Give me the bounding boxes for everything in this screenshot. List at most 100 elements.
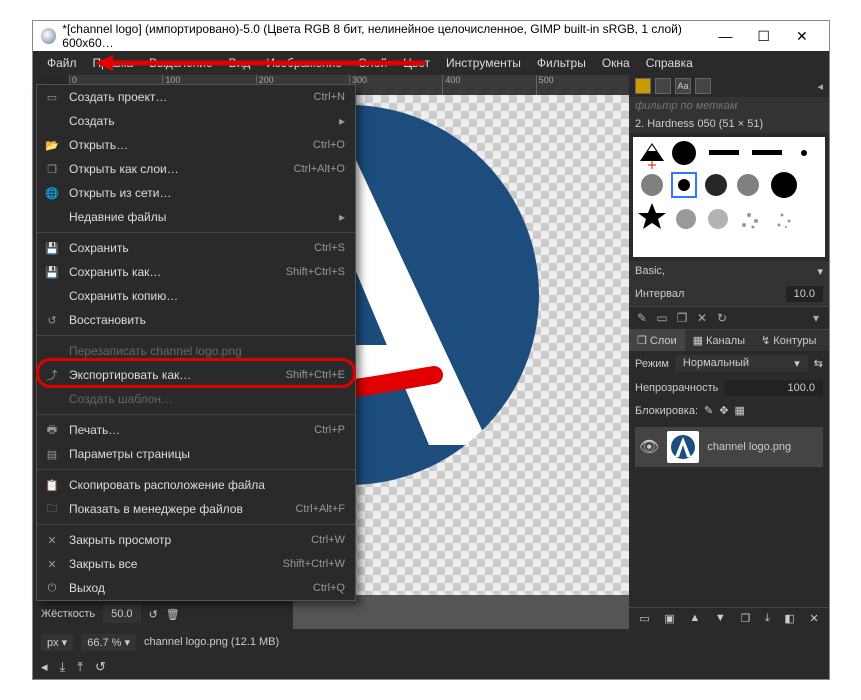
menu-new-project[interactable]: ▭Создать проект…Ctrl+N [37,85,355,109]
mode-select[interactable]: Нормальный▾ [675,355,808,372]
menu-export-as[interactable]: ⤴Экспортировать как…Shift+Ctrl+E [37,363,355,387]
layer-toolbar: ▭ ▣ ▲ ▼ ❐ ⤓ ◧ ✕ [629,607,829,629]
menu-save[interactable]: 💾СохранитьCtrl+S [37,236,355,260]
menu-new[interactable]: Создать▸ [37,109,355,133]
visibility-icon[interactable]: 👁 [639,437,659,457]
interval-value[interactable]: 10.0 [786,286,823,302]
menu-recent[interactable]: Недавние файлы▸ [37,205,355,229]
tb-save-icon[interactable]: ⤓ [60,659,66,675]
opacity-row: Непрозрачность 100.0 [629,376,829,400]
tab-channels[interactable]: ▦ Каналы [685,330,753,351]
brush-interval-row: Интервал 10.0 [629,282,829,306]
menu-layer[interactable]: Слой [350,53,395,73]
tb-reset-icon[interactable]: ↺ [95,659,106,675]
mask-icon[interactable]: ◧ [784,612,794,625]
tab-paths[interactable]: ↯ Контуры [753,330,824,351]
layer-group-icon[interactable]: ▣ [664,612,674,625]
menu-quit[interactable]: ⏻ВыходCtrl+Q [37,576,355,600]
menu-page-setup[interactable]: ▤Параметры страницы [37,442,355,466]
zoom-select[interactable]: 66.7 % ▾ [81,634,136,651]
bottom-toolbar: ◂ ⤓ ⤒ ↺ [33,655,829,679]
menu-view[interactable]: Вид [221,53,259,73]
menu-copy-location[interactable]: 📋Скопировать расположение файла [37,473,355,497]
opacity-value[interactable]: 100.0 [724,380,823,396]
menu-show-in-fm[interactable]: 🗀Показать в менеджере файловCtrl+Alt+F [37,497,355,521]
tb-left-icon[interactable]: ◂ [41,659,48,675]
brushes-tab-icon[interactable] [635,78,651,94]
lock-label: Блокировка: [635,405,698,417]
menu-create-template: Создать шаблон… [37,387,355,411]
menu-save-as[interactable]: 💾Сохранить как…Shift+Ctrl+S [37,260,355,284]
reset-icon[interactable]: ↺ [149,608,158,621]
statusbar: px ▾ 66.7 % ▾ channel logo.png (12.1 MB) [33,629,829,655]
brush-filter-input[interactable] [629,97,829,115]
history-tab-icon[interactable] [695,78,711,94]
lock-alpha-icon[interactable]: ▦ [734,404,744,417]
right-dock: Aa ◂ 2. Hardness 050 (51 × 51) [629,75,829,629]
mode-switch-icon[interactable]: ⇆ [814,357,823,370]
menu-close-all[interactable]: ✕Закрыть всеShift+Ctrl+W [37,552,355,576]
app-icon [41,28,56,44]
menu-filters[interactable]: Фильтры [529,53,594,73]
fonts-tab-icon[interactable]: Aa [675,78,691,94]
brush-toolbar: ✎ ▭ ❐ ✕ ↻ ▾ [629,306,829,329]
new-layer-icon[interactable]: ▭ [639,612,649,625]
hardness-value[interactable]: 50.0 [103,605,140,623]
menu-open-as-layers[interactable]: ❐Открыть как слои…Ctrl+Alt+O [37,157,355,181]
brush-grid[interactable] [633,137,825,257]
brush-menu2-icon[interactable]: ▾ [809,311,823,325]
menu-color[interactable]: Цвет [395,53,438,73]
delete-brush-icon[interactable]: ✕ [695,311,709,325]
trash-icon[interactable]: 🗑 [166,608,180,621]
patterns-tab-icon[interactable] [655,78,671,94]
layer-thumbnail [667,431,699,463]
window-title: *[channel logo] (импортировано)-5.0 (Цве… [62,22,706,50]
tb-up-icon[interactable]: ⤒ [77,659,83,675]
duplicate-layer-icon[interactable]: ❐ [740,612,750,625]
minimize-button[interactable]: — [706,28,744,44]
menu-open[interactable]: 📂Открыть…Ctrl+O [37,133,355,157]
layer-list[interactable]: 👁 channel logo.png [629,421,829,607]
tool-options: Жёсткость 50.0 ↺ 🗑 [33,599,293,629]
menu-select[interactable]: Выделение [141,53,221,73]
maximize-button[interactable]: ☐ [745,28,783,45]
menu-close-view[interactable]: ✕Закрыть просмотрCtrl+W [37,528,355,552]
new-brush-icon[interactable]: ▭ [655,311,669,325]
menu-help[interactable]: Справка [638,53,701,73]
brush-name-label: 2. Hardness 050 (51 × 51) [629,115,829,133]
refresh-brush-icon[interactable]: ↻ [715,311,729,325]
edit-brush-icon[interactable]: ✎ [635,311,649,325]
menu-overwrite: Перезаписать channel logo.png [37,339,355,363]
merge-down-icon[interactable]: ⤓ [765,612,770,625]
menu-tools[interactable]: Инструменты [438,53,529,73]
menu-revert[interactable]: ↺Восстановить [37,308,355,332]
layer-mode-row: Режим Нормальный▾ ⇆ [629,351,829,376]
lock-row: Блокировка: ✎ ✥ ▦ [629,400,829,421]
layer-up-icon[interactable]: ▲ [689,612,700,625]
titlebar: *[channel logo] (импортировано)-5.0 (Цве… [33,21,829,51]
layer-item[interactable]: 👁 channel logo.png [635,427,823,467]
menubar: Файл Правка Выделение Вид Изображение Сл… [33,51,829,75]
unit-select[interactable]: px ▾ [41,634,73,651]
menu-open-location[interactable]: 🌐Открыть из сети… [37,181,355,205]
menu-print[interactable]: 🖶Печать…Ctrl+P [37,418,355,442]
layer-name[interactable]: channel logo.png [707,441,791,453]
interval-label: Интервал [635,288,786,300]
menu-windows[interactable]: Окна [594,53,638,73]
dock-menu-icon[interactable]: ◂ [817,80,823,93]
menu-image[interactable]: Изображение [258,53,350,73]
menu-edit[interactable]: Правка [85,53,142,73]
menu-save-copy[interactable]: Сохранить копию… [37,284,355,308]
tab-layers[interactable]: ❐ Слои [629,330,685,351]
duplicate-brush-icon[interactable]: ❐ [675,311,689,325]
close-button[interactable]: ✕ [783,28,821,45]
delete-layer-icon[interactable]: ✕ [809,612,818,625]
brush-preset-select[interactable]: Basic, ▾ [629,261,829,282]
dock-tab-row: Aa ◂ [629,75,829,97]
menu-file[interactable]: Файл [39,53,85,73]
layer-tabs: ❐ Слои ▦ Каналы ↯ Контуры [629,329,829,351]
file-menu-dropdown: ▭Создать проект…Ctrl+N Создать▸ 📂Открыть… [36,84,356,601]
layer-down-icon[interactable]: ▼ [715,612,726,625]
lock-pixels-icon[interactable]: ✎ [704,404,713,417]
lock-position-icon[interactable]: ✥ [719,404,728,417]
